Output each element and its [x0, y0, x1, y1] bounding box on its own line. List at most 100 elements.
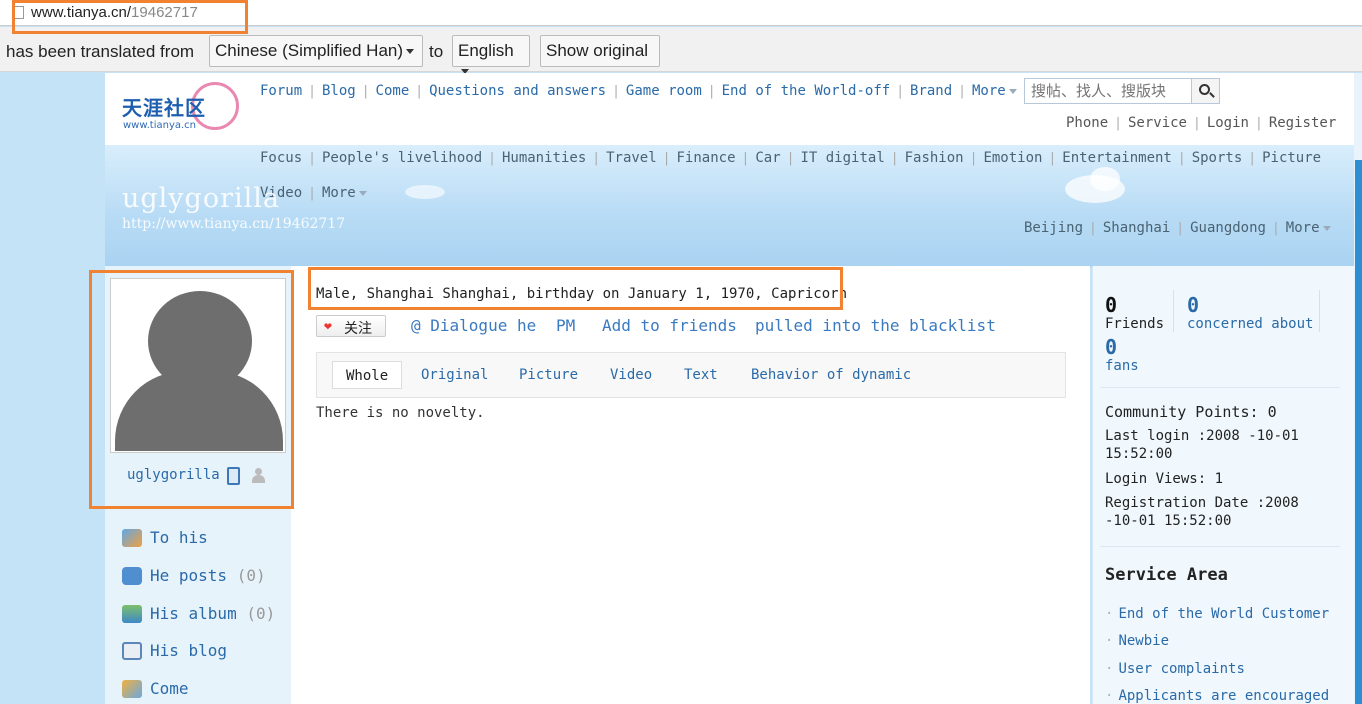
phone-icon[interactable] — [227, 467, 240, 485]
friends-label: Friends — [1105, 316, 1165, 332]
channel-more[interactable]: More — [322, 185, 356, 201]
nav-more[interactable]: More — [972, 83, 1006, 99]
channel-fashion[interactable]: Fashion — [905, 150, 964, 166]
nav-come[interactable]: Come — [376, 83, 410, 99]
follow-button[interactable]: ❤ 关注 — [316, 315, 386, 337]
service-link[interactable]: · End of the World Customer — [1105, 606, 1329, 622]
sidebar-item-to-his[interactable]: To his — [122, 527, 292, 553]
register-link[interactable]: Register — [1269, 115, 1336, 131]
service-link-label: Newbie — [1118, 633, 1170, 649]
notebook-icon — [122, 642, 142, 660]
nav-service[interactable]: Service — [1128, 115, 1187, 131]
nav-game-room[interactable]: Game room — [626, 83, 702, 99]
nav-world-off[interactable]: End of the World-off — [722, 83, 891, 99]
target-language-select[interactable]: English — [452, 35, 530, 75]
service-link[interactable]: · Newbie — [1105, 633, 1169, 649]
service-link-label: User complaints — [1118, 661, 1245, 677]
channel-sports[interactable]: Sports — [1192, 150, 1243, 166]
service-link-label: End of the World Customer — [1118, 606, 1330, 622]
blacklist-link[interactable]: pulled into the blacklist — [755, 316, 996, 335]
channel-entertainment[interactable]: Entertainment — [1062, 150, 1172, 166]
nav-qa[interactable]: Questions and answers — [429, 83, 606, 99]
chevron-down-icon — [358, 190, 367, 196]
group-icon — [122, 680, 142, 698]
concerned-label: concerned about — [1187, 316, 1314, 332]
points-value: 0 — [1267, 403, 1277, 421]
search-button[interactable] — [1191, 79, 1219, 103]
target-language-value: English — [458, 41, 514, 60]
tab-original[interactable]: Original — [408, 361, 501, 389]
tab-text[interactable]: Text — [671, 361, 731, 389]
sidebar-item-label: Come — [150, 679, 189, 698]
account-nav: Phone | Service | Login | Register — [1066, 115, 1337, 131]
url-path: 19462717 — [131, 4, 198, 21]
fans-stat[interactable]: 0 fans — [1105, 336, 1139, 374]
sidebar-item-label: To his — [150, 528, 208, 547]
url-host: www.tianya.cn/ — [31, 4, 132, 21]
city-guangdong[interactable]: Guangdong — [1190, 220, 1266, 236]
user-icon[interactable] — [252, 468, 265, 483]
scrollbar-thumb[interactable] — [1355, 160, 1362, 704]
pm-link[interactable]: PM — [556, 316, 575, 335]
channel-livelihood[interactable]: People's livelihood — [322, 150, 482, 166]
channel-focus[interactable]: Focus — [260, 150, 302, 166]
nav-forum[interactable]: Forum — [260, 83, 302, 99]
sidebar-item-posts[interactable]: He posts (0) — [122, 565, 292, 591]
channel-emotion[interactable]: Emotion — [983, 150, 1042, 166]
login-views: Login Views: 1 — [1105, 470, 1223, 488]
show-original-button[interactable]: Show original — [540, 35, 660, 67]
translate-to-word: to — [429, 42, 444, 61]
sidebar-item-label: His album — [150, 604, 237, 623]
friends-stat[interactable]: 0 Friends — [1105, 294, 1164, 332]
community-points: Community Points: 0 — [1105, 403, 1277, 421]
add-friend-link[interactable]: Add to friends — [602, 316, 737, 335]
concerned-stat[interactable]: 0 concerned about — [1187, 294, 1313, 332]
site-logo[interactable]: 天涯社区 www.tianya.cn — [121, 80, 241, 136]
sidebar-item-come[interactable]: Come — [122, 678, 292, 704]
dialogue-link[interactable]: @ Dialogue he — [411, 316, 536, 335]
logo-subtext: www.tianya.cn — [123, 120, 197, 131]
login-views-label: Login Views: — [1105, 471, 1207, 487]
translate-bar: has been translated from Chinese (Simpli… — [0, 27, 1362, 75]
avatar[interactable] — [110, 278, 286, 453]
city-more[interactable]: More — [1286, 220, 1320, 236]
channel-finance[interactable]: Finance — [677, 150, 736, 166]
city-beijing[interactable]: Beijing — [1024, 220, 1083, 236]
nav-blog[interactable]: Blog — [322, 83, 356, 99]
address-bar[interactable]: www.tianya.cn/19462717 — [0, 0, 1362, 26]
profile-username[interactable]: uglygorilla — [127, 467, 220, 483]
nav-phone[interactable]: Phone — [1066, 115, 1108, 131]
tab-video[interactable]: Video — [597, 361, 665, 389]
city-shanghai[interactable]: Shanghai — [1103, 220, 1170, 236]
activity-tabs: Whole Original Picture Video Text Behavi… — [316, 352, 1066, 398]
fans-label: fans — [1105, 358, 1139, 374]
friends-count: 0 — [1105, 293, 1118, 317]
profile-info-line: Male, Shanghai Shanghai, birthday on Jan… — [316, 286, 848, 302]
chevron-down-icon — [406, 49, 415, 55]
points-label: Community Points: — [1105, 403, 1259, 421]
channel-humanities[interactable]: Humanities — [502, 150, 586, 166]
channel-picture[interactable]: Picture — [1262, 150, 1321, 166]
login-link[interactable]: Login — [1207, 115, 1249, 131]
cloud-decoration — [1090, 167, 1120, 191]
empty-feed-message: There is no novelty. — [316, 405, 485, 421]
service-link[interactable]: · User complaints — [1105, 661, 1245, 677]
tab-behavior[interactable]: Behavior of dynamic — [738, 361, 924, 389]
tab-picture[interactable]: Picture — [506, 361, 591, 389]
url-text[interactable]: www.tianya.cn/19462717 — [31, 4, 198, 21]
sidebar-item-blog[interactable]: His blog — [122, 640, 292, 666]
sidebar-item-album[interactable]: His album (0) — [122, 603, 292, 629]
translate-prefix: has been translated from — [6, 42, 195, 61]
channel-nav-row1: Focus | People's livelihood | Humanities | Tra… — [260, 150, 1322, 166]
search-input[interactable] — [1025, 79, 1190, 103]
channel-travel[interactable]: Travel — [606, 150, 657, 166]
page-icon — [14, 6, 24, 19]
service-link[interactable]: · Applicants are encouraged — [1105, 688, 1329, 704]
tab-whole[interactable]: Whole — [332, 361, 403, 389]
chevron-down-icon — [1322, 225, 1331, 231]
channel-it-digital[interactable]: IT digital — [800, 150, 884, 166]
channel-car[interactable]: Car — [755, 150, 780, 166]
source-language-value: Chinese (Simplified Han) — [215, 41, 404, 60]
nav-brand[interactable]: Brand — [910, 83, 952, 99]
source-language-select[interactable]: Chinese (Simplified Han) — [209, 35, 423, 67]
